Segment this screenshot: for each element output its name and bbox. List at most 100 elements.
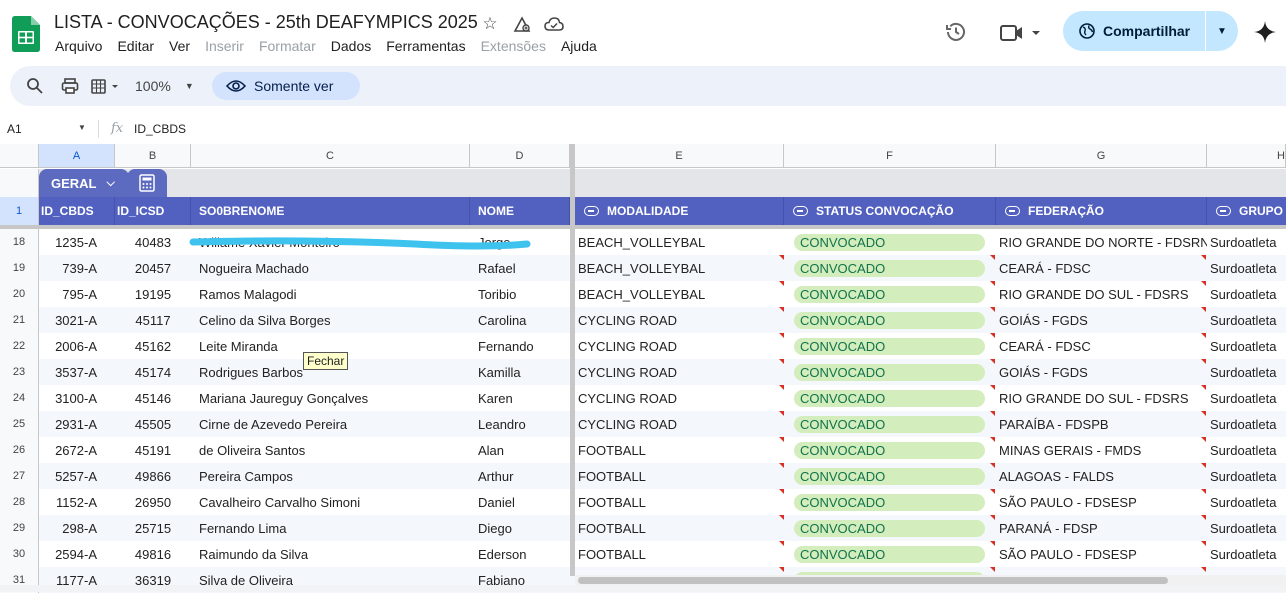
status-chip[interactable]: CONVOCADO — [794, 468, 985, 485]
menu-editar[interactable]: Editar — [117, 38, 154, 54]
cell-federacao[interactable]: GOIÁS - FGDS — [996, 359, 1207, 385]
cell-id-icsd[interactable]: 45505 — [115, 411, 191, 437]
cell-grupo[interactable]: Surdoatleta — [1207, 411, 1286, 437]
note-indicator-icon[interactable] — [990, 411, 995, 416]
cell-id-icsd[interactable]: 49816 — [115, 541, 191, 567]
note-indicator-icon[interactable] — [779, 437, 784, 442]
star-icon[interactable]: ☆ — [480, 14, 500, 34]
cell-id-cbds[interactable]: 1235-A — [39, 229, 115, 255]
cell-grupo[interactable]: Surdoatleta — [1207, 515, 1286, 541]
row-number[interactable]: 28 — [0, 489, 39, 515]
note-indicator-icon[interactable] — [990, 437, 995, 442]
cell-sobrenome[interactable]: Pereira Campos — [191, 463, 470, 489]
row-number[interactable]: 29 — [0, 515, 39, 541]
cell-id-icsd[interactable]: 45146 — [115, 385, 191, 411]
menu-arquivo[interactable]: Arquivo — [55, 38, 102, 54]
status-chip[interactable]: CONVOCADO — [794, 416, 985, 433]
cell-id-cbds[interactable]: 3100-A — [39, 385, 115, 411]
column-header-g[interactable]: G — [996, 144, 1207, 168]
cell-id-cbds[interactable]: 739-A — [39, 255, 115, 281]
note-indicator-icon[interactable] — [1201, 255, 1206, 260]
cell-modalidade[interactable]: FOOTBALL — [575, 515, 784, 541]
note-indicator-icon[interactable] — [1201, 515, 1206, 520]
cell-id-cbds[interactable]: 5257-A — [39, 463, 115, 489]
table-format-icon[interactable] — [90, 76, 122, 96]
status-chip[interactable]: CONVOCADO — [794, 520, 985, 537]
cell-nome[interactable]: Fernando — [470, 333, 570, 359]
note-indicator-icon[interactable] — [1201, 385, 1206, 390]
row-number[interactable]: 22 — [0, 333, 39, 359]
header-federacao[interactable]: FEDERAÇÃO — [996, 197, 1207, 225]
header-id-icsd[interactable]: ID_ICSD — [115, 197, 191, 225]
cell-nome[interactable]: Carolina — [470, 307, 570, 333]
note-indicator-icon[interactable] — [779, 515, 784, 520]
status-chip[interactable]: CONVOCADO — [794, 390, 985, 407]
cell-federacao[interactable]: MINAS GERAIS - FMDS — [996, 437, 1207, 463]
cell-modalidade[interactable]: FOOTBALL — [575, 463, 784, 489]
name-box-dropdown-icon[interactable]: ▼ — [78, 123, 86, 132]
status-chip[interactable]: CONVOCADO — [794, 312, 985, 329]
column-header-e[interactable]: E — [575, 144, 784, 168]
search-icon[interactable] — [26, 76, 44, 96]
version-history-icon[interactable] — [944, 20, 968, 44]
note-indicator-icon[interactable] — [1201, 437, 1206, 442]
cloud-saved-icon[interactable] — [544, 14, 564, 34]
cell-grupo[interactable]: Surdoatleta — [1207, 437, 1286, 463]
cell-grupo[interactable]: Surdoatleta — [1207, 541, 1286, 567]
cell-sobrenome[interactable]: Cavalheiro Carvalho Simoni — [191, 489, 470, 515]
cell-modalidade[interactable]: CYCLING ROAD — [575, 333, 784, 359]
column-header-h[interactable]: H — [1207, 144, 1286, 168]
cell-id-icsd[interactable]: 45117 — [115, 307, 191, 333]
table-calculator-icon[interactable] — [127, 169, 167, 197]
status-chip[interactable]: CONVOCADO — [794, 234, 985, 251]
row-number-header[interactable]: 1 — [0, 197, 39, 225]
status-chip[interactable]: CONVOCADO — [794, 442, 985, 459]
cell-id-icsd[interactable]: 45162 — [115, 333, 191, 359]
view-only-button[interactable]: Somente ver — [212, 72, 360, 100]
header-sobrenome[interactable]: SO0BRENOME — [191, 197, 470, 225]
cell-modalidade[interactable]: BEACH_VOLLEYBAL — [575, 229, 784, 255]
cell-id-cbds[interactable]: 2594-A — [39, 541, 115, 567]
cell-nome[interactable]: Karen — [470, 385, 570, 411]
cell-modalidade[interactable]: CYCLING ROAD — [575, 411, 784, 437]
cell-nome[interactable]: Kamilla — [470, 359, 570, 385]
cell-id-icsd[interactable]: 45174 — [115, 359, 191, 385]
row-number[interactable]: 19 — [0, 255, 39, 281]
name-box[interactable]: A1 — [7, 122, 22, 136]
note-indicator-icon[interactable] — [779, 255, 784, 260]
note-indicator-icon[interactable] — [1201, 359, 1206, 364]
table-view-tab[interactable]: GERAL ⌵ — [39, 169, 129, 197]
status-chip[interactable]: CONVOCADO — [794, 338, 985, 355]
cell-grupo[interactable]: Surdoatleta — [1207, 281, 1286, 307]
share-button[interactable]: Compartilhar ▼ — [1063, 11, 1238, 51]
row-number[interactable]: 18 — [0, 229, 39, 255]
status-chip[interactable]: CONVOCADO — [794, 546, 985, 563]
cell-federacao[interactable]: GOIÁS - FGDS — [996, 307, 1207, 333]
cell-modalidade[interactable]: BEACH_VOLLEYBAL — [575, 255, 784, 281]
note-indicator-icon[interactable] — [990, 567, 995, 572]
cell-modalidade[interactable]: CYCLING ROAD — [575, 359, 784, 385]
column-header-c[interactable]: C — [191, 144, 470, 168]
cell-sobrenome[interactable]: Fernando Lima — [191, 515, 470, 541]
note-indicator-icon[interactable] — [1201, 541, 1206, 546]
cell-modalidade[interactable]: FOOTBALL — [575, 437, 784, 463]
note-indicator-icon[interactable] — [990, 463, 995, 468]
menu-ver[interactable]: Ver — [169, 38, 190, 54]
cell-sobrenome[interactable]: Raimundo da Silva — [191, 541, 470, 567]
cell-id-icsd[interactable]: 26950 — [115, 489, 191, 515]
column-header-a[interactable]: A — [39, 144, 115, 168]
cell-nome[interactable]: Alan — [470, 437, 570, 463]
cell-grupo[interactable]: Surdoatleta — [1207, 229, 1286, 255]
cell-id-cbds[interactable]: 3537-A — [39, 359, 115, 385]
note-indicator-icon[interactable] — [1201, 281, 1206, 286]
cell-grupo[interactable]: Surdoatleta — [1207, 307, 1286, 333]
cell-grupo[interactable]: Surdoatleta — [1207, 359, 1286, 385]
note-indicator-icon[interactable] — [779, 463, 784, 468]
row-number[interactable]: 20 — [0, 281, 39, 307]
header-nome[interactable]: NOME — [470, 197, 570, 225]
cell-id-icsd[interactable]: 20457 — [115, 255, 191, 281]
cell-modalidade[interactable]: CYCLING ROAD — [575, 307, 784, 333]
cell-id-icsd[interactable]: 49866 — [115, 463, 191, 489]
note-indicator-icon[interactable] — [1201, 411, 1206, 416]
document-title[interactable]: LISTA - CONVOCAÇÕES - 25th DEAFYMPICS 20… — [54, 12, 478, 33]
